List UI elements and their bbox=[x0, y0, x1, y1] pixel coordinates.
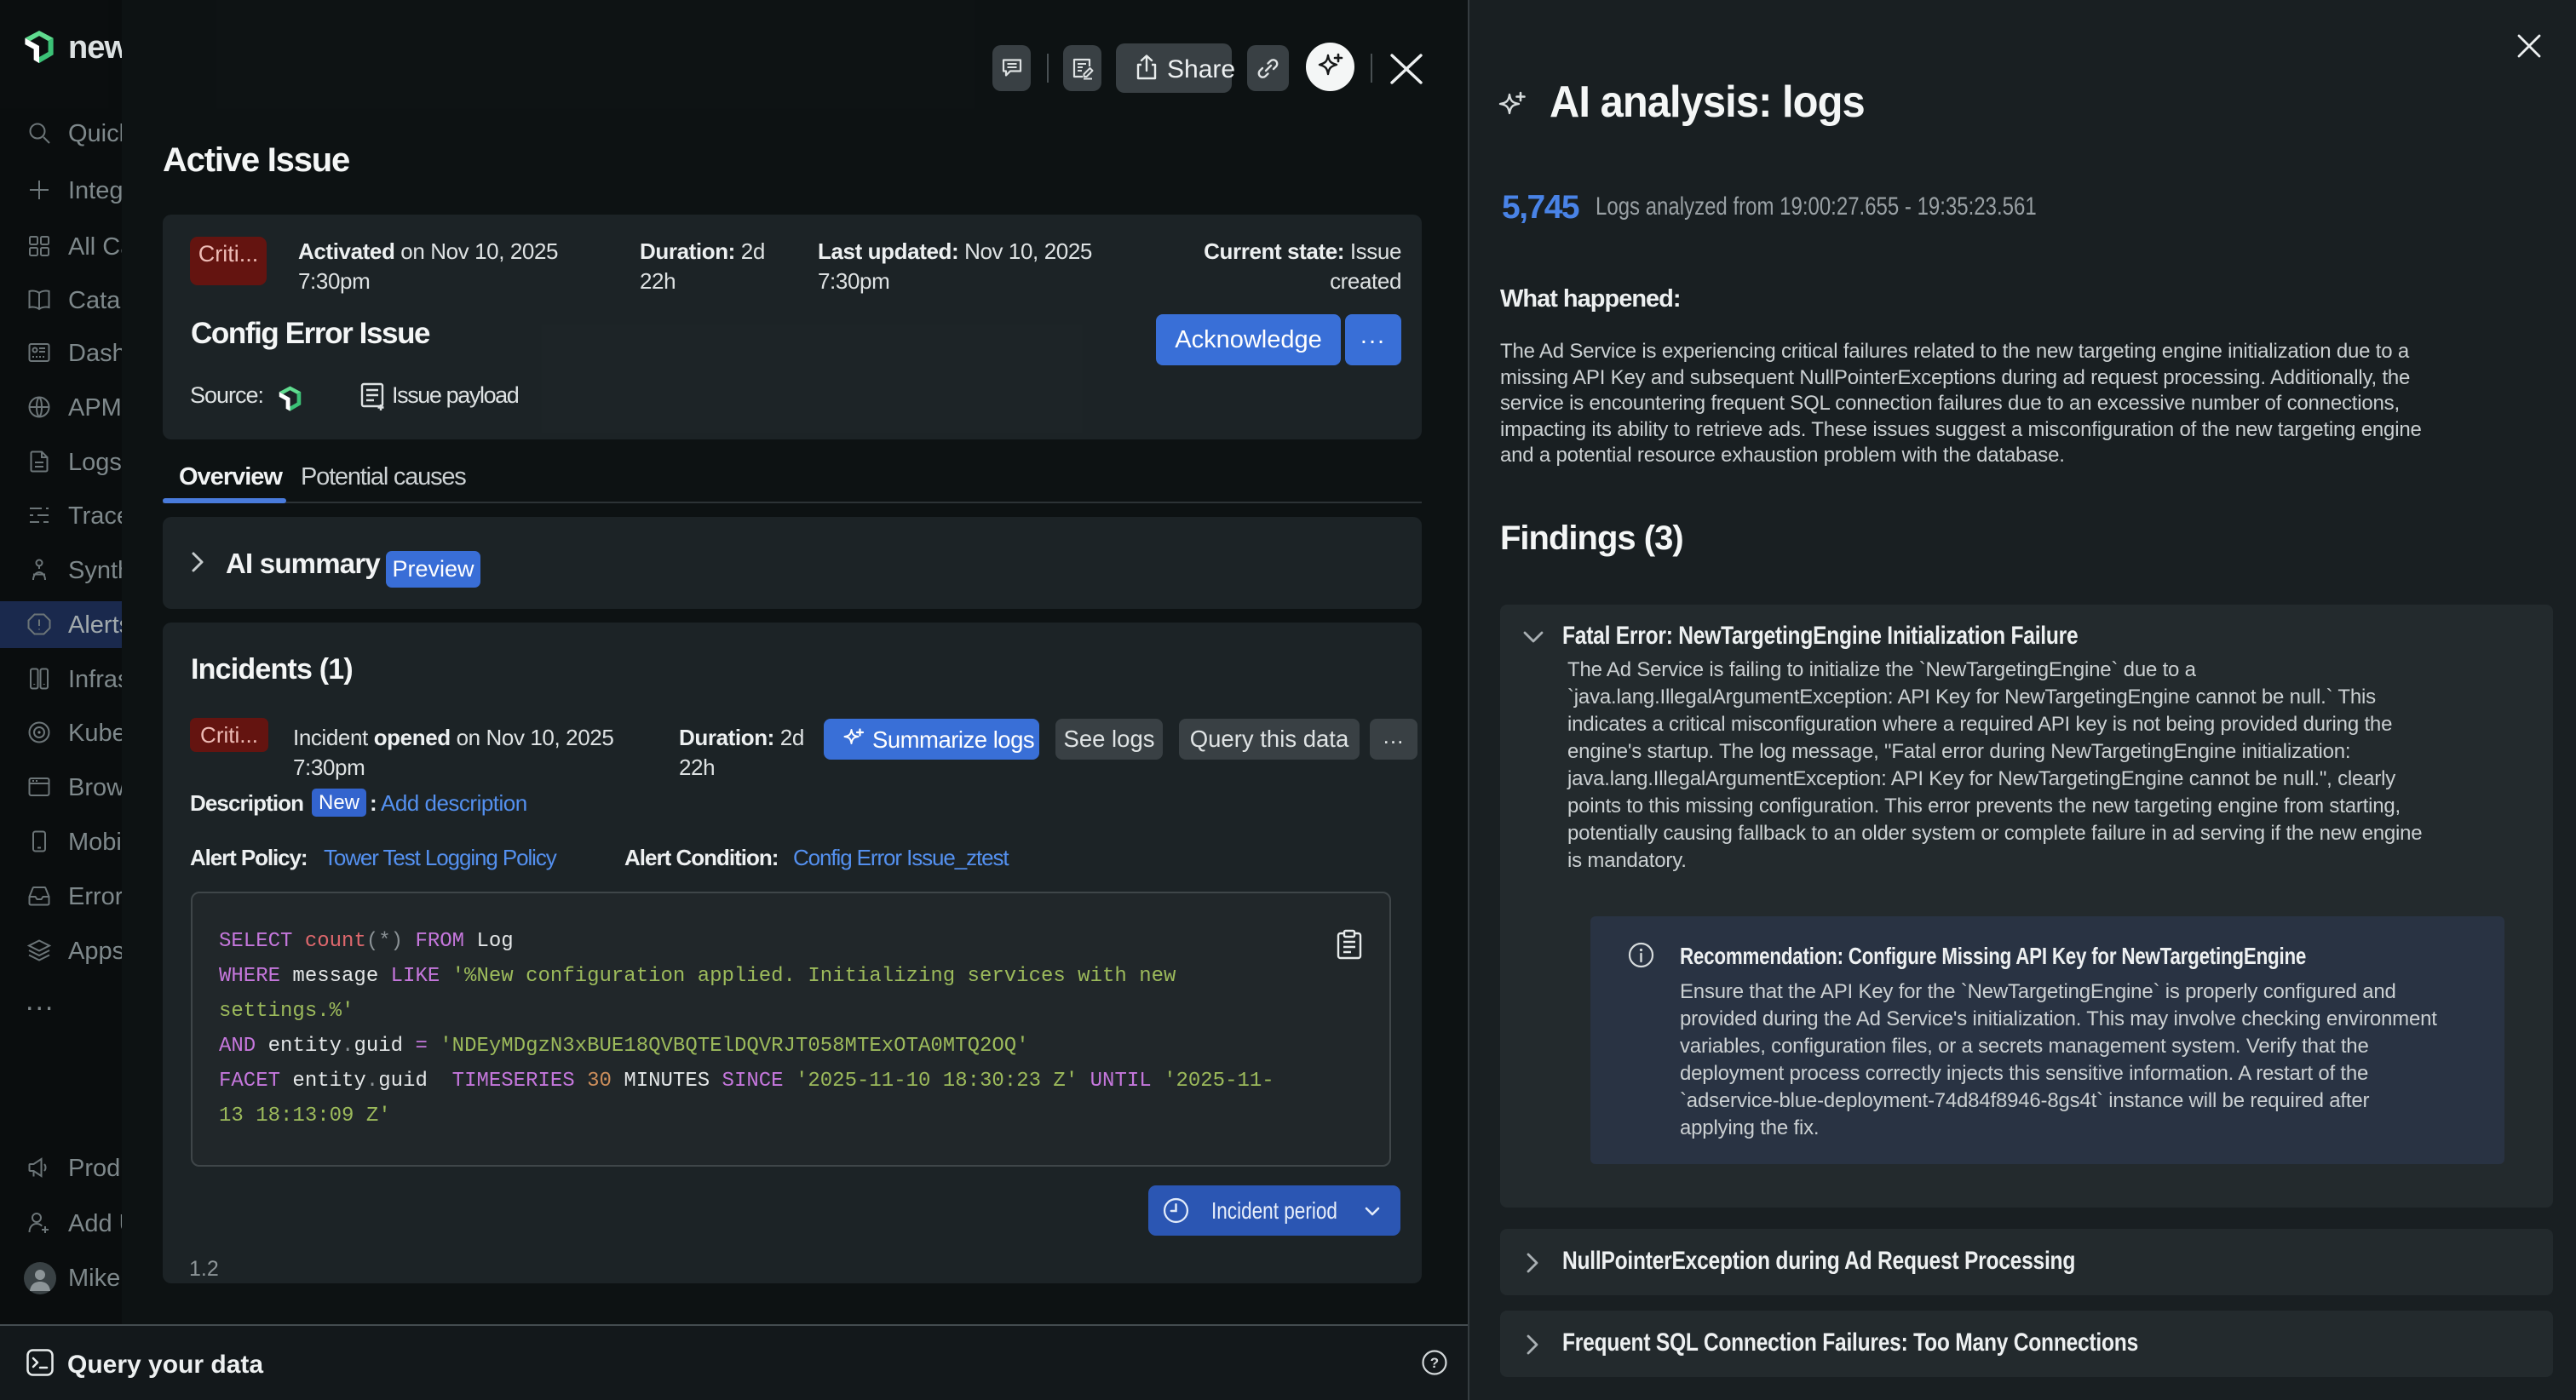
svg-text:?: ? bbox=[1430, 1355, 1439, 1371]
